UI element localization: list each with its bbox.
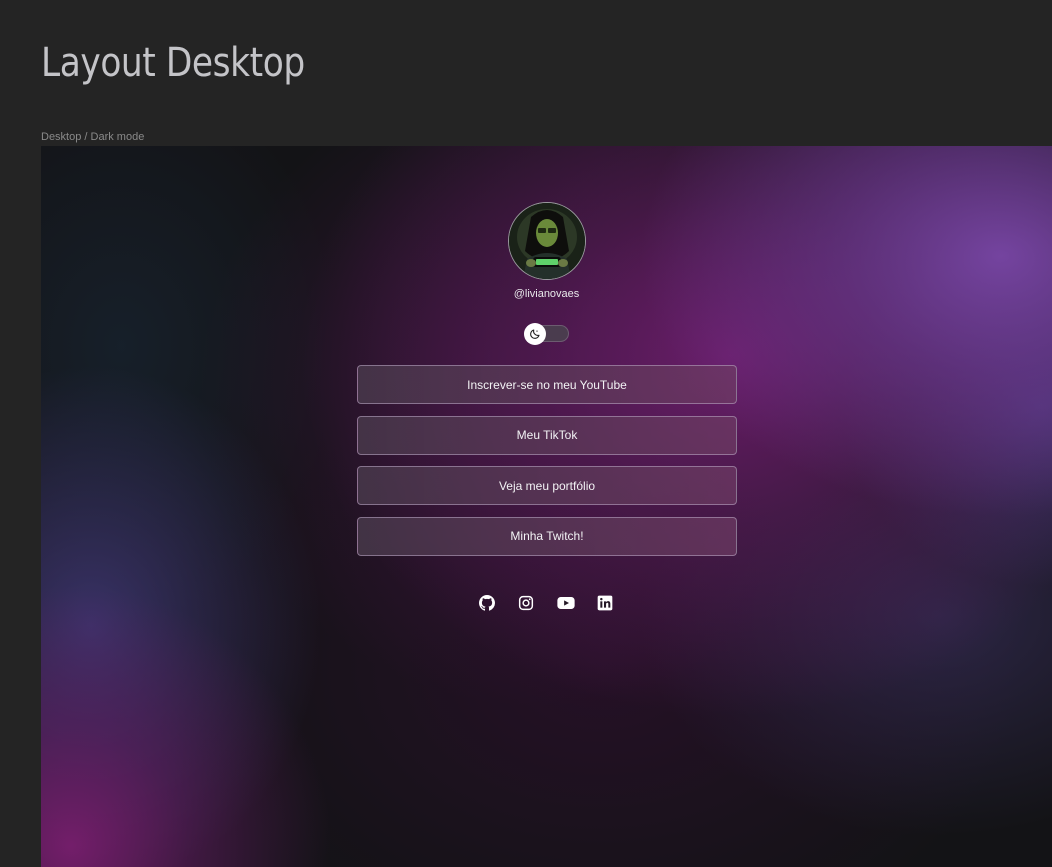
youtube-icon[interactable]: [557, 595, 575, 612]
github-icon[interactable]: [479, 595, 496, 612]
theme-toggle[interactable]: [524, 323, 569, 345]
avatar: [508, 202, 586, 280]
link-list: Inscrever-se no meu YouTube Meu TikTok V…: [357, 365, 737, 567]
username: @livianovaes: [513, 288, 580, 300]
social-icons: [479, 595, 619, 613]
page-title: Layout Desktop: [41, 40, 305, 86]
linkedin-icon[interactable]: [597, 595, 614, 612]
instagram-icon[interactable]: [518, 595, 535, 612]
link-portfolio[interactable]: Veja meu portfólio: [357, 466, 737, 505]
desktop-dark-mode-frame: @livianovaes Inscrever-se no meu YouTube…: [41, 146, 1052, 867]
link-youtube-subscribe[interactable]: Inscrever-se no meu YouTube: [357, 365, 737, 404]
avatar-photo: [509, 203, 585, 279]
frame-label[interactable]: Desktop / Dark mode: [41, 131, 144, 143]
link-twitch[interactable]: Minha Twitch!: [357, 516, 737, 556]
moon-icon: [530, 329, 540, 339]
toggle-knob[interactable]: [524, 323, 546, 345]
link-tiktok[interactable]: Meu TikTok: [357, 415, 737, 455]
